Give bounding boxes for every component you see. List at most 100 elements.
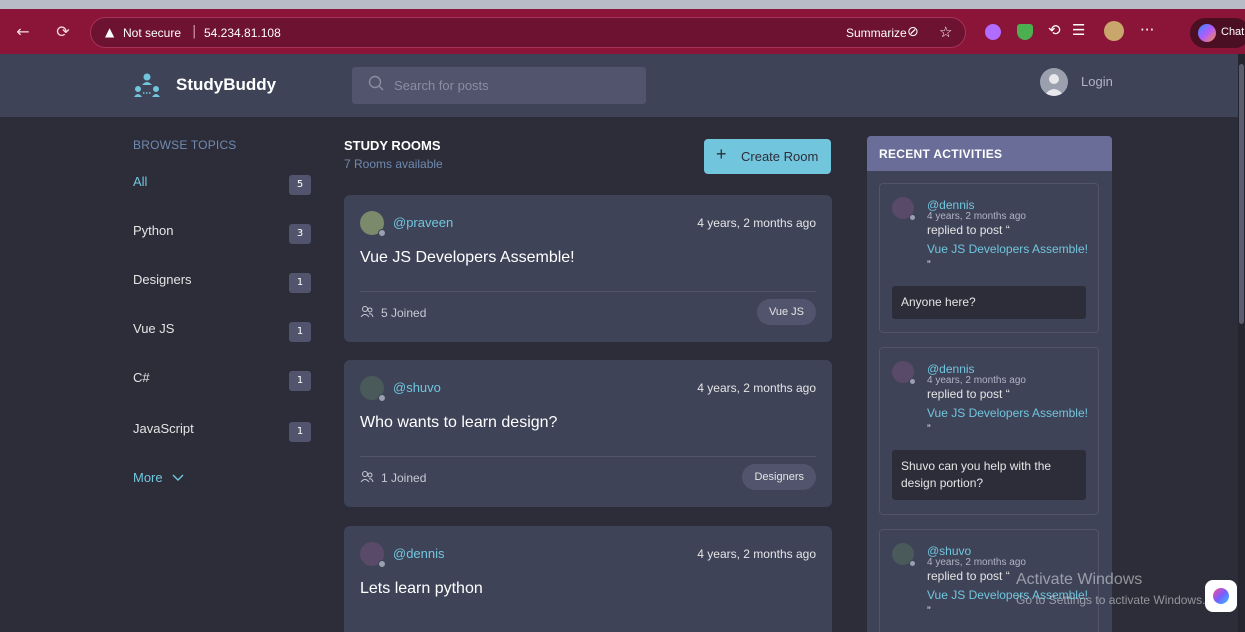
search-input[interactable]: Search for posts (352, 67, 646, 104)
room-title[interactable]: Lets learn python (360, 580, 483, 598)
activation-watermark-text: Go to Settings to activate Windows. (1016, 593, 1206, 607)
summarize-button[interactable]: Summarize (846, 26, 907, 40)
activity-username[interactable]: @dennis (927, 198, 975, 212)
room-card[interactable]: @praveen 4 years, 2 months ago Vue JS De… (344, 195, 832, 342)
status-dot (378, 560, 386, 568)
address-separator: | (192, 24, 197, 39)
topic-item-csharp[interactable]: C# 1 (133, 370, 311, 394)
chat-label: Chat (1221, 26, 1245, 38)
copilot-chat-button[interactable]: Chat (1190, 18, 1245, 48)
activation-watermark-title: Activate Windows (1016, 571, 1143, 588)
security-label[interactable]: Not secure (123, 26, 181, 40)
activity-quote-close: ” (927, 423, 931, 435)
room-timestamp: 4 years, 2 months ago (697, 381, 816, 395)
topic-label: JavaScript (133, 421, 194, 436)
topic-item-python[interactable]: Python 3 (133, 223, 311, 247)
app-header: StudyBuddy Search for posts Login (0, 54, 1245, 117)
activity-timestamp: 4 years, 2 months ago (927, 557, 1026, 568)
activity-timestamp: 4 years, 2 months ago (927, 211, 1026, 222)
summarize-icon[interactable]: ⊘ (907, 24, 919, 40)
card-divider (360, 291, 816, 292)
page-scrollbar[interactable] (1238, 54, 1245, 632)
topic-count: 1 (289, 371, 311, 391)
topic-label: Designers (133, 272, 192, 287)
users-icon (360, 306, 374, 318)
reload-icon[interactable]: ⟳ (52, 21, 74, 43)
joined-count: 5 Joined (381, 306, 427, 320)
activity-avatar[interactable] (892, 543, 916, 567)
warning-icon[interactable]: ▲ (105, 25, 114, 39)
room-timestamp: 4 years, 2 months ago (697, 216, 816, 230)
status-dot (378, 229, 386, 237)
extension-icon[interactable] (985, 24, 1001, 40)
back-icon[interactable]: ← (12, 21, 34, 43)
status-dot (909, 378, 916, 385)
topic-item-vue-js[interactable]: Vue JS 1 (133, 321, 311, 345)
activity-post-link[interactable]: Vue JS Developers Assemble! (927, 406, 1088, 420)
topic-tag[interactable]: Vue JS (756, 299, 816, 325)
topic-item-javascript[interactable]: JavaScript 1 (133, 421, 311, 445)
floating-assistant-icon[interactable] (1205, 580, 1237, 612)
activity-quote-close: ” (927, 259, 931, 271)
profile-avatar[interactable] (1104, 21, 1124, 41)
activity-avatar[interactable] (892, 361, 916, 385)
activity-quote-close: ” (927, 605, 931, 617)
host-username[interactable]: @shuvo (393, 380, 441, 395)
topic-label: Vue JS (133, 321, 175, 336)
user-avatar[interactable] (1040, 68, 1068, 96)
activity-message: Anyone here? (892, 286, 1086, 319)
chevron-down-icon (172, 474, 184, 481)
activity-username[interactable]: @shuvo (927, 544, 971, 558)
rooms-count: 7 Rooms available (344, 157, 443, 171)
login-link[interactable]: Login (1081, 74, 1113, 89)
favorites-icon[interactable]: ☰ (1072, 21, 1085, 39)
topic-item-designers[interactable]: Designers 1 (133, 272, 311, 296)
room-title[interactable]: Vue JS Developers Assemble! (360, 249, 575, 267)
status-dot (909, 560, 916, 567)
activity-action: replied to post “ (927, 569, 1010, 583)
search-icon (368, 75, 384, 91)
topic-count: 1 (289, 422, 311, 442)
activity-avatar[interactable] (892, 197, 916, 221)
address-bar[interactable]: ▲ Not secure | 54.234.81.108 Summarize ⊘… (90, 17, 966, 48)
scrollbar-thumb[interactable] (1239, 64, 1244, 324)
plus-icon: + (716, 144, 727, 164)
more-label: More (133, 470, 163, 485)
room-title[interactable]: Who wants to learn design? (360, 414, 557, 432)
browser-toolbar: ← ⟳ ▲ Not secure | 54.234.81.108 Summari… (0, 0, 1245, 54)
shield-extension-icon[interactable] (1017, 24, 1033, 40)
topic-label: C# (133, 370, 150, 385)
topic-tag[interactable]: Designers (742, 464, 816, 490)
create-room-button[interactable]: + Create Room (704, 139, 831, 174)
topic-label: Python (133, 223, 174, 238)
status-dot (909, 214, 916, 221)
favorite-star-icon[interactable]: ☆ (939, 23, 952, 41)
create-room-label: Create Room (741, 149, 819, 164)
room-card[interactable]: @dennis 4 years, 2 months ago Lets learn… (344, 526, 832, 632)
activities-header: RECENT ACTIVITIES (867, 136, 1112, 171)
topic-count: 1 (289, 322, 311, 342)
recent-activities-panel: RECENT ACTIVITIES @dennis 4 years, 2 mon… (867, 136, 1112, 632)
host-avatar[interactable] (360, 542, 386, 568)
host-username[interactable]: @praveen (393, 215, 453, 230)
host-avatar[interactable] (360, 211, 386, 237)
topic-count: 1 (289, 273, 311, 293)
activity-item: @dennis 4 years, 2 months ago replied to… (879, 183, 1099, 333)
activity-post-link[interactable]: Vue JS Developers Assemble! (927, 242, 1088, 256)
logo-icon[interactable] (132, 70, 162, 100)
room-card[interactable]: @shuvo 4 years, 2 months ago Who wants t… (344, 360, 832, 507)
more-topics-button[interactable]: More (133, 470, 184, 485)
topic-item-all[interactable]: All 5 (133, 174, 311, 198)
users-icon (360, 471, 374, 483)
activity-action: replied to post “ (927, 387, 1010, 401)
extensions-puzzle-icon[interactable]: ⟲ (1048, 21, 1061, 39)
brand-name[interactable]: StudyBuddy (176, 75, 276, 95)
topic-count: 5 (289, 175, 311, 195)
topic-label: All (133, 174, 148, 189)
host-username[interactable]: @dennis (393, 546, 445, 561)
study-rooms-title: STUDY ROOMS (344, 138, 441, 153)
activity-username[interactable]: @dennis (927, 362, 975, 376)
more-options-icon[interactable]: ··· (1140, 21, 1154, 39)
host-avatar[interactable] (360, 376, 386, 402)
url-text[interactable]: 54.234.81.108 (204, 26, 281, 40)
